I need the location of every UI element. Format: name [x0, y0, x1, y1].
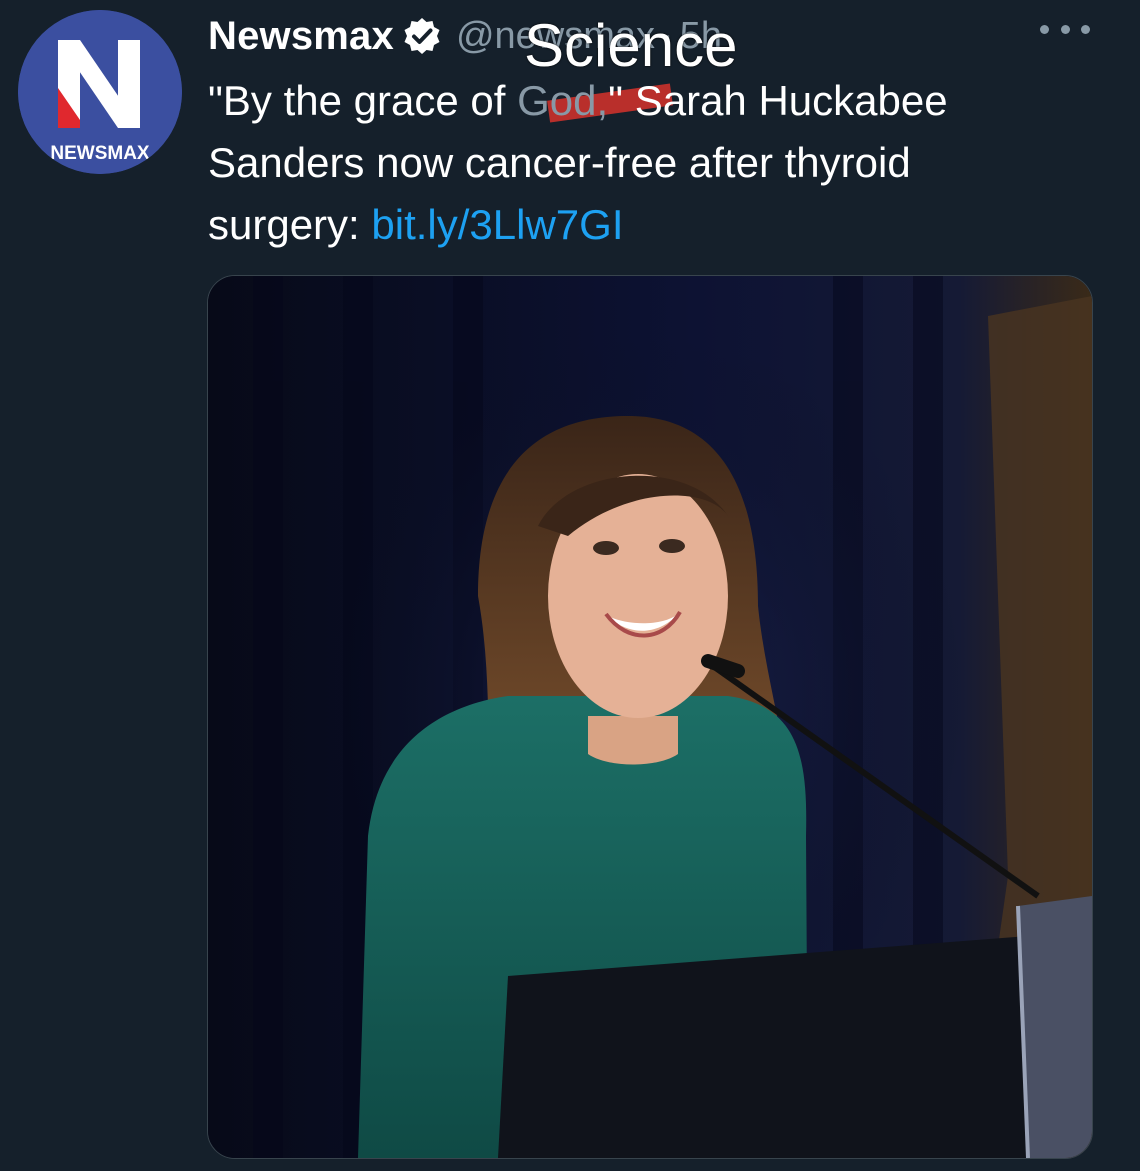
text-segment: "By the grace of [208, 77, 518, 124]
verified-badge-icon [404, 18, 440, 54]
speaker-photo [208, 276, 1092, 1158]
struck-word: God, [517, 77, 609, 124]
tweet-card: NEWSMAX Newsmax @newsmax · 5h Science "B… [0, 0, 1140, 1171]
tweet-text-line-2: Sanders now cancer-free after thyroid [208, 139, 911, 186]
newsmax-logo-icon: NEWSMAX [18, 10, 182, 174]
text-segment: " Sarah Huckabee [608, 77, 948, 124]
more-dot [1040, 24, 1049, 34]
display-name[interactable]: Newsmax [208, 14, 394, 59]
avatar[interactable]: NEWSMAX [18, 10, 182, 174]
tweet-text: "By the grace of God," Sarah Huckabee Sa… [208, 70, 1088, 256]
tweet-link[interactable]: bit.ly/3Llw7GI [371, 201, 623, 248]
tweet-text-line-3: surgery: bit.ly/3Llw7GI [208, 194, 1088, 256]
avatar-brand-text: NEWSMAX [50, 143, 150, 164]
more-dot [1060, 24, 1070, 34]
text-segment: surgery: [208, 201, 372, 248]
tweet-text-line-1: "By the grace of God," Sarah Huckabee [208, 70, 1088, 132]
tweet-media-image[interactable] [207, 275, 1093, 1159]
more-options-icon[interactable] [1040, 14, 1090, 44]
handwritten-overlay-word: Science [524, 12, 738, 79]
more-dot [1081, 24, 1090, 34]
